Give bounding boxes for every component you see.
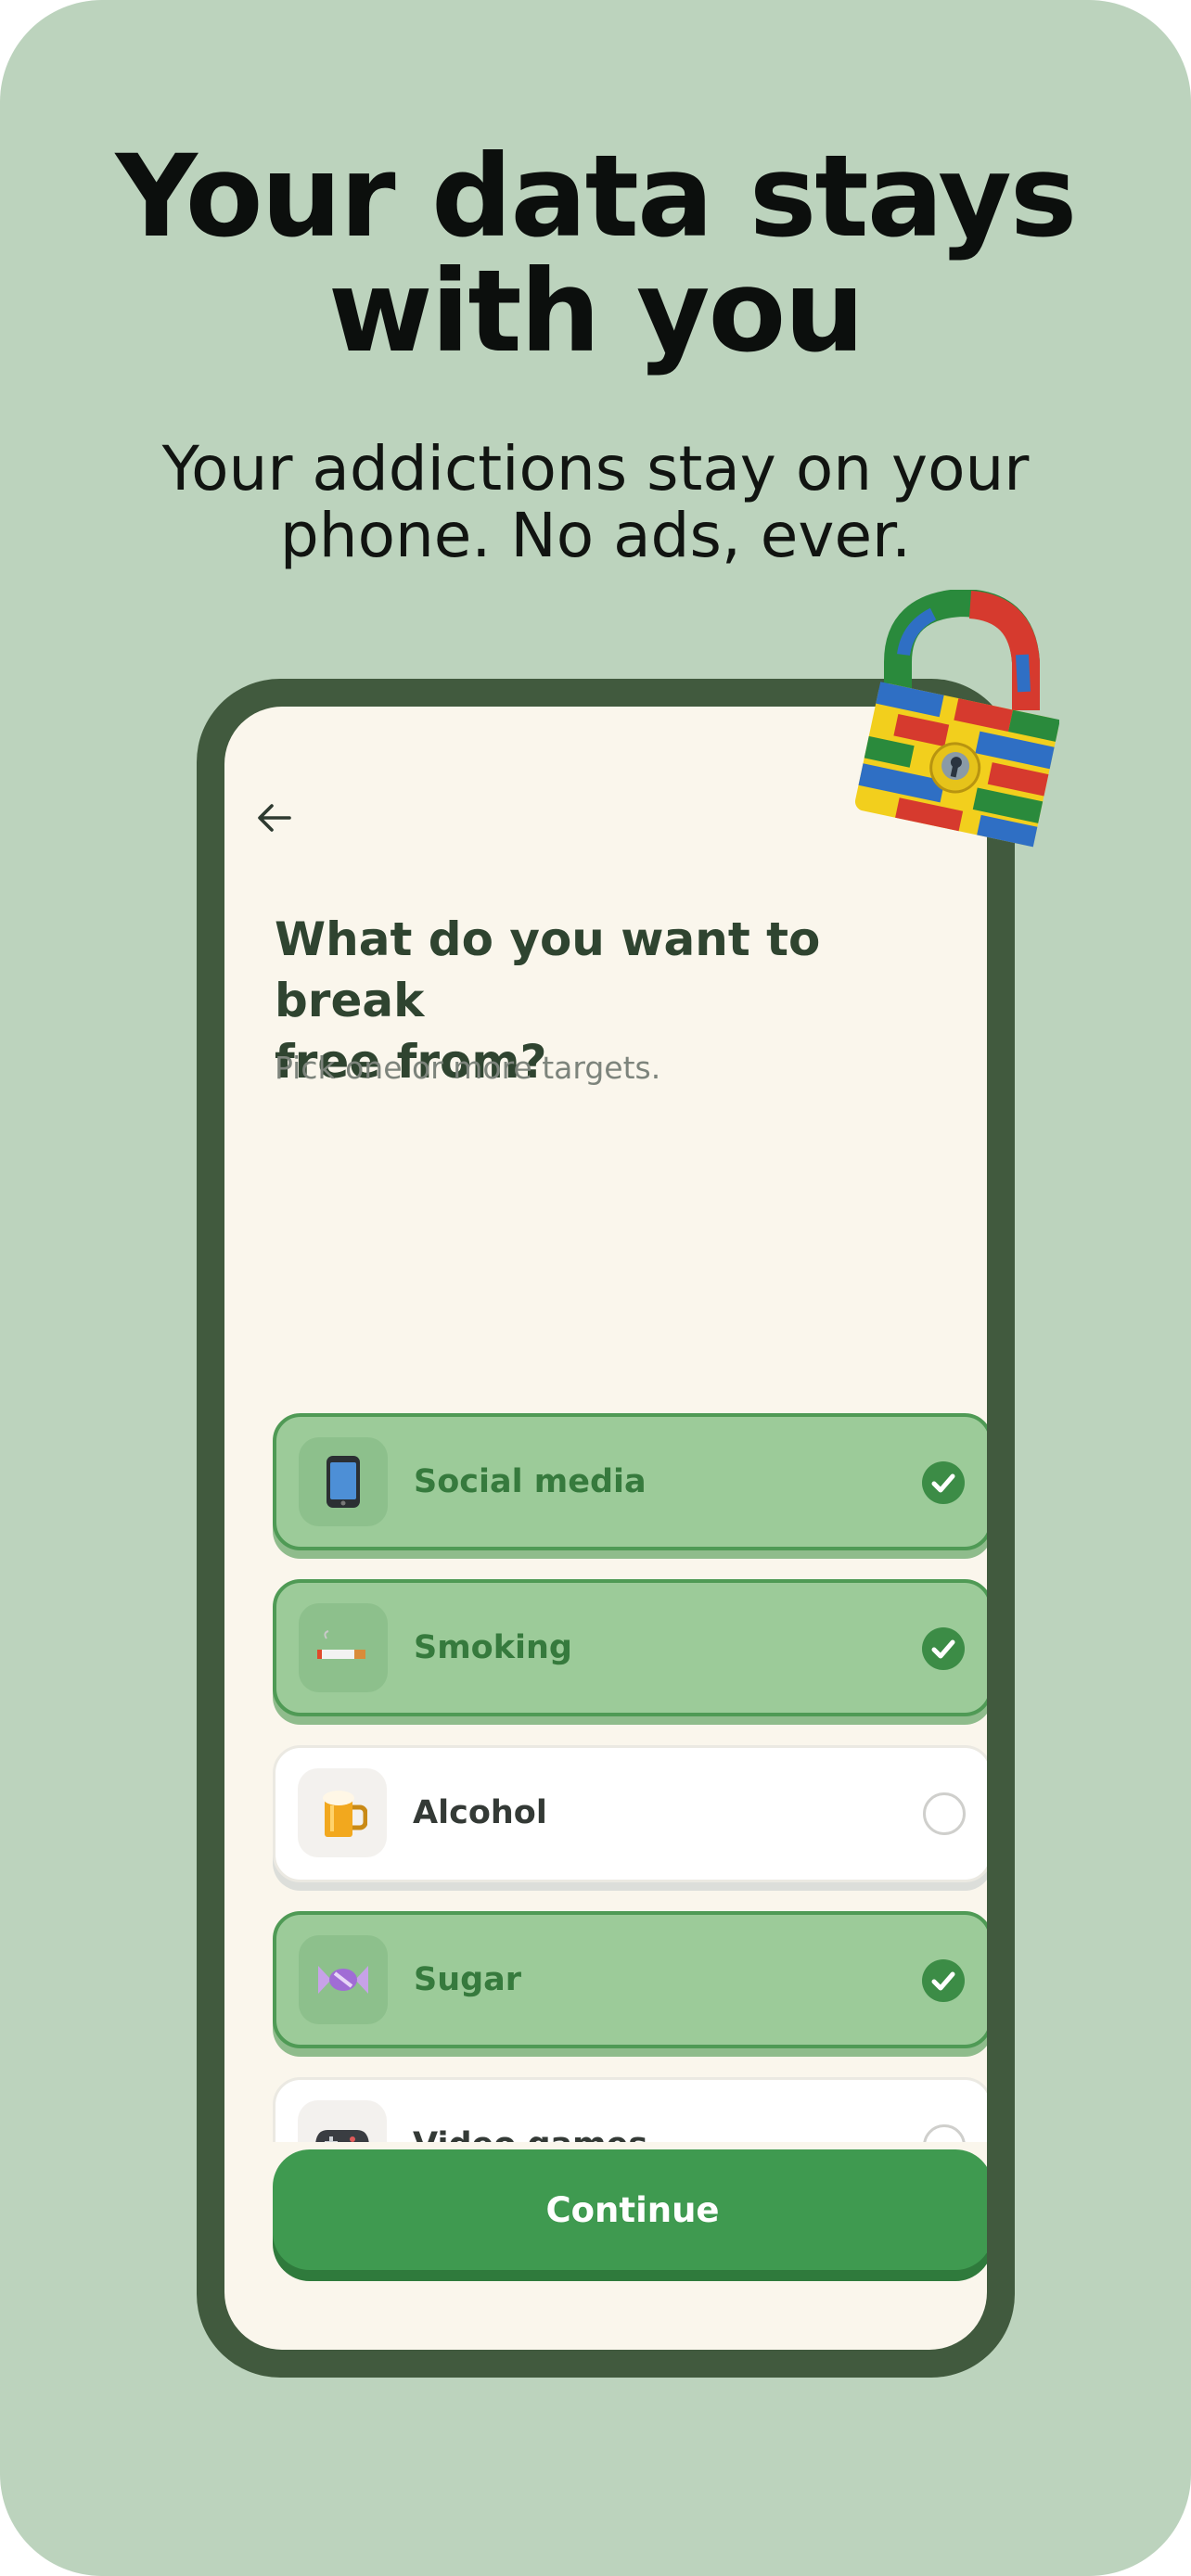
subheadline-line-1: Your addictions stay on your (161, 433, 1030, 504)
checkmark-icon (931, 1473, 955, 1493)
lego-padlock-icon (854, 590, 1059, 848)
option-sugar[interactable]: Sugar (273, 1911, 987, 2048)
checkmark-icon (931, 1639, 955, 1659)
cigarette-icon-graphic (317, 1630, 365, 1659)
continue-button[interactable]: Continue (273, 2149, 987, 2270)
phone-frame: What do you want to break free from? Pic… (197, 679, 1015, 2378)
checkmark-circle-icon[interactable] (922, 1627, 965, 1670)
mobile-phone-icon (299, 1437, 388, 1526)
empty-radio-circle-icon[interactable] (923, 1792, 966, 1835)
game-controller-icon-graphic (315, 2130, 369, 2142)
subheadline-line-2: phone. No ads, ever. (279, 500, 912, 571)
option-video-games[interactable]: Video games (273, 2077, 987, 2142)
option-label: Smoking (414, 1629, 572, 1666)
option-label: Video games (413, 2080, 647, 2142)
candy-icon (299, 1935, 388, 2024)
headline-line-1: Your data stays (115, 131, 1078, 262)
candy-icon-graphic (318, 1966, 368, 1994)
arrow-left-icon (258, 804, 291, 832)
empty-radio-circle-icon[interactable] (923, 2124, 966, 2142)
cigarette-icon (299, 1603, 388, 1692)
beer-mug-icon-graphic (323, 1791, 367, 1837)
phone-screen: What do you want to break free from? Pic… (224, 707, 987, 2350)
checkmark-circle-icon[interactable] (922, 1959, 965, 2002)
checkmark-icon (931, 1971, 955, 1991)
promo-poster: Your data stays with you Your addictions… (0, 0, 1191, 2576)
page-subtitle: Pick one or more targets. (275, 1050, 661, 1086)
page-title-line-1: What do you want to break (275, 912, 821, 1027)
headline: Your data stays with you (0, 139, 1191, 369)
option-social-media[interactable]: Social media (273, 1413, 987, 1550)
subheadline: Your addictions stay on your phone. No a… (0, 436, 1191, 569)
option-label: Social media (414, 1463, 647, 1500)
option-smoking[interactable]: Smoking (273, 1579, 987, 1716)
headline-line-2: with you (327, 246, 864, 377)
mobile-phone-icon-graphic (327, 1456, 360, 1508)
game-controller-icon (298, 2100, 387, 2142)
target-option-list[interactable]: Social media Smoking Alcohol Sugar Video gam… (273, 1105, 987, 2142)
back-button[interactable] (247, 790, 302, 846)
option-label: Sugar (414, 1961, 522, 1998)
beer-mug-icon (298, 1768, 387, 1857)
option-alcohol[interactable]: Alcohol (273, 1745, 987, 1882)
option-label: Alcohol (413, 1794, 547, 1831)
checkmark-circle-icon[interactable] (922, 1461, 965, 1504)
